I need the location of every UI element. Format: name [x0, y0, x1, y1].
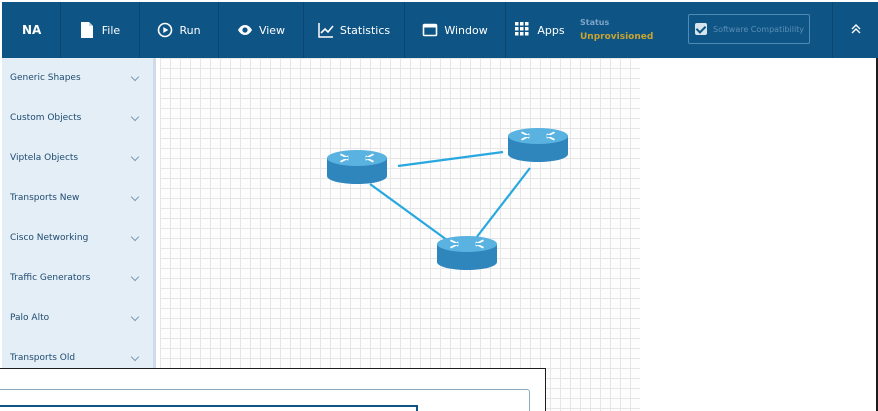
router-icon	[437, 236, 497, 270]
sidebar-item-label: Custom Objects	[10, 113, 82, 123]
menu-run[interactable]: Run	[140, 2, 218, 58]
eye-icon	[237, 22, 253, 38]
topology-diagram	[327, 128, 568, 270]
status-indicator: Status Unprovisioned	[580, 16, 653, 44]
menu-window-label: Window	[444, 23, 488, 37]
menu-file[interactable]: File	[61, 2, 139, 58]
double-chevron-up-icon	[850, 23, 862, 38]
menu-run-label: Run	[179, 23, 201, 37]
sidebar-item-viptela-objects[interactable]: Viptela Objects	[2, 138, 154, 178]
apps-grid-icon	[515, 22, 531, 38]
link-left-bottom[interactable]	[369, 183, 448, 241]
brand-label[interactable]: NA	[2, 23, 60, 37]
sidebar-item-label: Transports New	[10, 193, 80, 203]
chevron-down-icon	[130, 152, 140, 161]
menu-apps-label: Apps	[537, 23, 565, 37]
router-left[interactable]	[327, 150, 387, 184]
sidebar-scrollbar[interactable]	[153, 58, 156, 368]
router-right[interactable]	[508, 128, 568, 162]
sidebar-item-traffic-generators[interactable]: Traffic Generators	[2, 258, 154, 298]
sidebar-item-label: Palo Alto	[10, 313, 50, 323]
chevron-down-icon	[130, 352, 140, 361]
bottom-dialog-content-frame	[0, 405, 418, 411]
chart-icon	[318, 22, 334, 38]
menu-statistics[interactable]: Statistics	[304, 2, 404, 58]
chevron-down-icon	[130, 192, 140, 201]
sidebar-item-label: Cisco Networking	[10, 233, 89, 243]
router-icon	[327, 150, 387, 184]
sidebar-item-transports-new[interactable]: Transports New	[2, 178, 154, 218]
software-compatibility-toggle[interactable]: Software Compatibility	[688, 14, 810, 44]
menu-apps[interactable]: Apps	[506, 2, 574, 58]
bottom-dialog-panel	[0, 368, 546, 411]
play-icon	[157, 22, 173, 38]
menu-file-label: File	[101, 23, 121, 37]
collapse-toolbar-button[interactable]	[832, 2, 878, 58]
status-value: Unprovisioned	[580, 32, 654, 42]
software-compatibility-label: Software Compatibility	[713, 24, 805, 34]
chevron-down-icon	[130, 232, 140, 241]
sidebar-item-custom-objects[interactable]: Custom Objects	[2, 98, 154, 138]
sidebar-item-palo-alto[interactable]: Palo Alto	[2, 298, 154, 338]
sidebar-item-label: Viptela Objects	[10, 153, 79, 163]
object-palette-sidebar: Generic Shapes Custom Objects Viptela Ob…	[2, 58, 155, 411]
file-icon	[80, 22, 96, 38]
status-label: Status	[580, 18, 610, 27]
window-icon	[422, 22, 438, 38]
chevron-down-icon	[130, 272, 140, 281]
menu-view-label: View	[258, 23, 286, 37]
sidebar-item-label: Transports Old	[10, 353, 76, 363]
router-icon	[508, 128, 568, 162]
checkbox-checked-icon[interactable]	[695, 23, 707, 35]
sidebar-item-cisco-networking[interactable]: Cisco Networking	[2, 218, 154, 258]
chevron-down-icon	[130, 72, 140, 81]
chevron-down-icon	[130, 312, 140, 321]
main-menu: File Run View Statistics Window Apps Sta…	[61, 2, 653, 58]
sidebar-item-label: Traffic Generators	[10, 273, 91, 283]
router-bottom[interactable]	[437, 236, 497, 270]
sidebar-item-generic-shapes[interactable]: Generic Shapes	[2, 58, 154, 98]
top-navbar: NA File Run View Statistics Window Apps …	[2, 2, 878, 58]
menu-statistics-label: Statistics	[339, 23, 391, 37]
topology-canvas[interactable]	[160, 58, 640, 411]
menu-window[interactable]: Window	[405, 2, 505, 58]
chevron-down-icon	[130, 112, 140, 121]
sidebar-item-label: Generic Shapes	[10, 73, 81, 83]
link-left-right[interactable]	[397, 150, 504, 168]
menu-view[interactable]: View	[219, 2, 303, 58]
link-right-bottom[interactable]	[475, 167, 531, 239]
